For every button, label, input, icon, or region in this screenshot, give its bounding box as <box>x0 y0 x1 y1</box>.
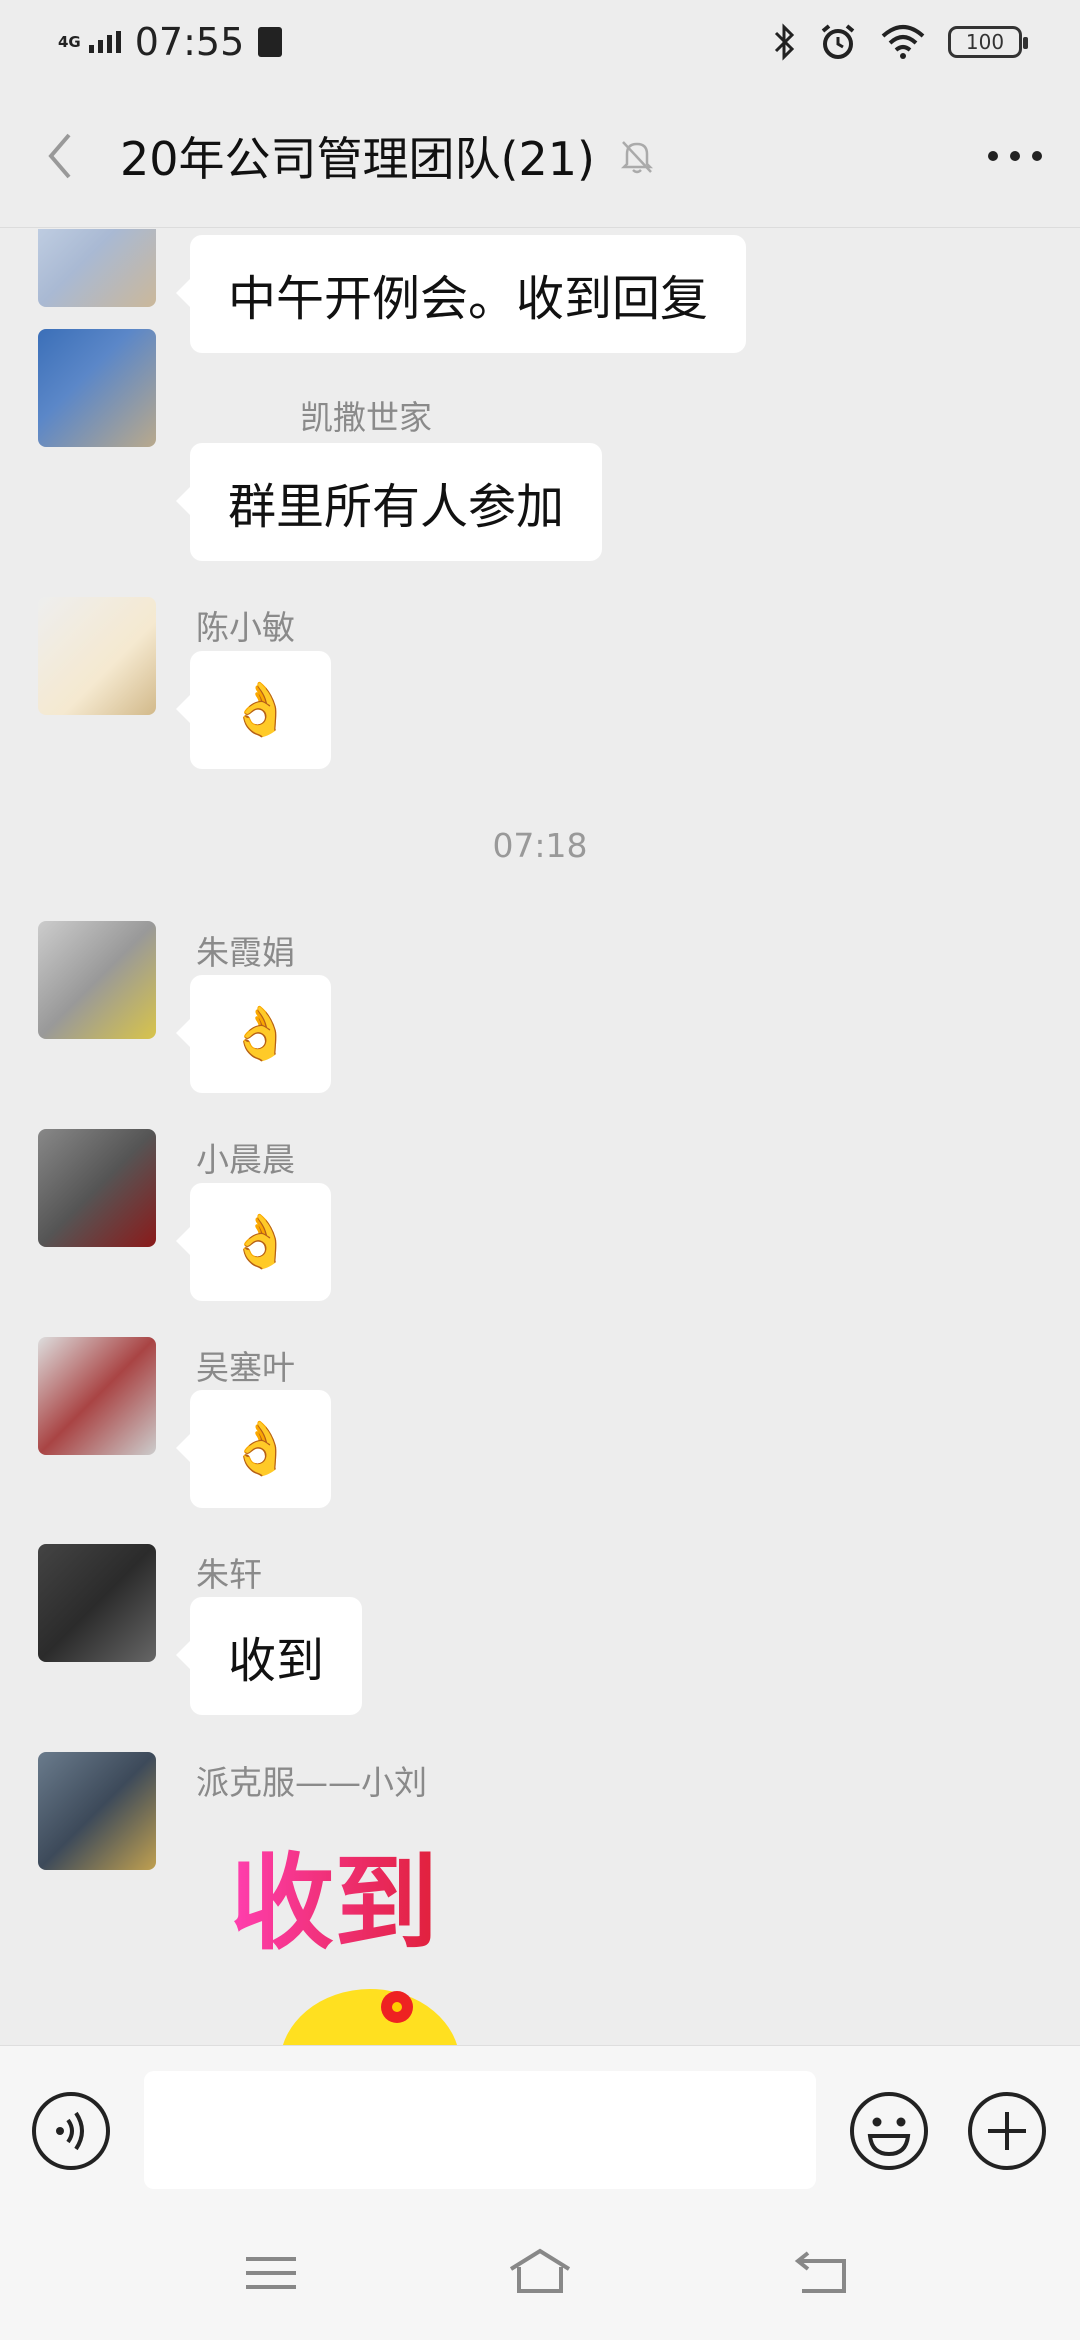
input-bar <box>0 2045 1080 2213</box>
bell-off-icon <box>620 140 653 173</box>
chat-title: 20年公司管理团队(21) <box>120 131 595 186</box>
return-icon[interactable] <box>788 2243 858 2303</box>
message-bubble[interactable]: 👌 <box>176 1183 331 1301</box>
home-icon[interactable] <box>505 2243 575 2303</box>
chevron-left-icon <box>48 133 71 178</box>
network-indicator: 4G <box>58 32 81 51</box>
ok-hand-emoji: 👌 <box>228 1419 293 1479</box>
ok-hand-emoji: 👌 <box>228 680 293 740</box>
wifi-icon <box>881 25 925 59</box>
message-text: 群里所有人参加 <box>228 479 565 535</box>
menu-icon[interactable] <box>236 2243 306 2303</box>
avatar[interactable] <box>38 921 156 1039</box>
message-bubble[interactable]: 收到 <box>175 1597 363 1715</box>
alarm-icon <box>821 24 855 59</box>
battery-level: 100 <box>965 30 1005 54</box>
ok-hand-emoji: 👌 <box>228 1212 293 1272</box>
sender-name: 陈小敏 <box>196 608 295 647</box>
avatar[interactable] <box>38 329 156 447</box>
back-button[interactable] <box>0 84 120 228</box>
plus-icon[interactable] <box>966 2090 1048 2172</box>
avatar[interactable] <box>38 1129 156 1247</box>
signal-icon <box>88 31 121 53</box>
sender-name: 朱霞娟 <box>196 933 295 972</box>
sender-name: 派克服——小刘 <box>196 1763 427 1802</box>
avatar[interactable] <box>38 597 156 715</box>
avatar[interactable] <box>38 1752 156 1870</box>
network-type: 4G <box>58 32 81 51</box>
timestamp: 07:18 <box>492 826 588 865</box>
avatar[interactable] <box>38 1544 156 1662</box>
sender-name: 小晨晨 <box>196 1140 295 1179</box>
message-input[interactable] <box>144 2071 816 2189</box>
message-bubble[interactable]: 群里所有人参加 <box>175 443 603 561</box>
sender-name: 朱轩 <box>196 1555 262 1594</box>
avatar[interactable] <box>38 1337 156 1455</box>
emoji-icon[interactable] <box>848 2090 930 2172</box>
sender-name: 凯撒世家 <box>300 398 432 437</box>
voice-icon[interactable] <box>30 2090 112 2172</box>
ok-hand-emoji: 👌 <box>228 1004 293 1064</box>
message-bubble[interactable]: 👌 <box>176 1390 331 1508</box>
sender-name: 吴塞叶 <box>196 1348 295 1387</box>
avatar[interactable] <box>38 229 156 307</box>
message-text: 中午开例会。收到回复 <box>228 271 709 327</box>
battery-icon: 100 <box>948 26 1028 58</box>
sticker-text: 收到 <box>230 1842 438 1964</box>
message-bubble[interactable]: 中午开例会。收到回复 <box>175 235 747 353</box>
status-time: 07:55 <box>134 20 245 64</box>
sticker-graphic: 收到 <box>230 1842 458 2045</box>
message-list[interactable]: 中午开例会。收到回复 凯撒世家 群里所有人参加 陈小敏 👌 07:18 朱霞娟 … <box>0 229 1080 2045</box>
bluetooth-icon <box>774 23 795 61</box>
status-bar: 4G 07:55 100 <box>0 0 1080 84</box>
message-text: 收到 <box>228 1633 325 1689</box>
system-nav-bar <box>0 2213 1080 2340</box>
clipboard-icon <box>258 27 283 57</box>
chat-header: 20年公司管理团队(21) <box>0 84 1080 228</box>
message-bubble[interactable]: 👌 <box>176 651 331 769</box>
more-button[interactable] <box>950 84 1080 228</box>
sticker-image[interactable]: 收到 <box>230 1839 510 2045</box>
message-bubble[interactable]: 👌 <box>176 975 331 1093</box>
more-dots-icon <box>988 150 1042 161</box>
